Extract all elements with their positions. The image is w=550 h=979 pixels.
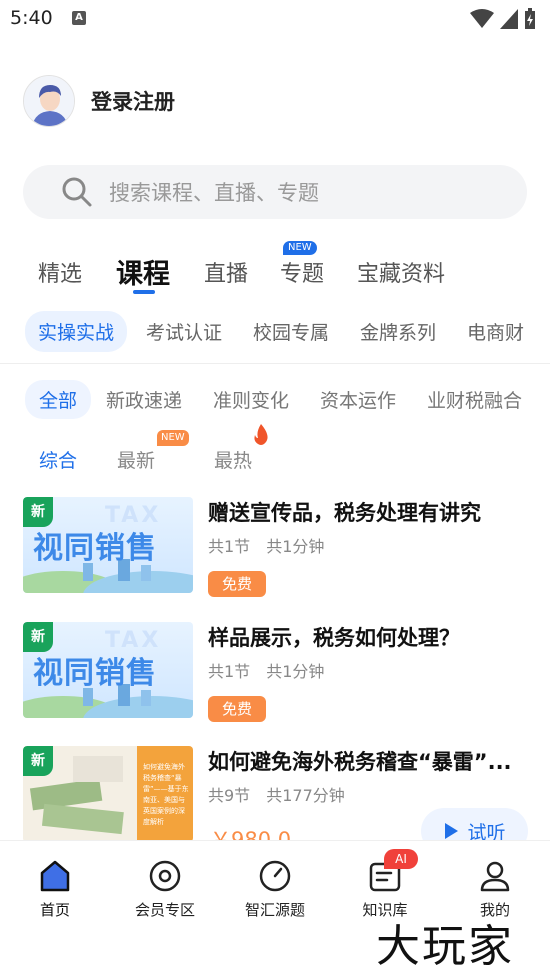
avatar[interactable] (23, 75, 75, 127)
filter-new-policy[interactable]: 新政速递 (106, 386, 182, 413)
tab-courses[interactable]: 课程 (116, 252, 170, 291)
nav-home[interactable]: 首页 (10, 859, 100, 920)
vip-target-icon (148, 859, 182, 893)
course-meta: 共9节 共177分钟 (208, 782, 345, 806)
nav-label: 首页 (39, 901, 70, 919)
filter-all[interactable]: 全部 (25, 380, 92, 419)
nav-questions[interactable]: 智汇源题 (230, 859, 320, 920)
search-input[interactable]: 搜索课程、直播、专题 (109, 177, 319, 207)
course-title[interactable]: 样品展示，税务如何处理？ (208, 622, 528, 652)
divider (0, 363, 550, 364)
category-ecommerce[interactable]: 电商财 (467, 318, 524, 345)
sort-new-badge: NEW (157, 430, 189, 446)
lesson-count: 共1节 (208, 662, 251, 681)
battery-icon (525, 8, 535, 29)
trial-label: 试听 (467, 821, 506, 842)
new-badge: NEW (283, 241, 317, 255)
free-tag: 免费 (208, 571, 267, 597)
signal-icon (500, 9, 518, 29)
tab-featured[interactable]: 精选 (38, 256, 82, 288)
nav-label: 会员专区 (134, 901, 195, 919)
course-thumbnail: TAX 视同销售 新 (23, 622, 193, 718)
category-campus[interactable]: 校园专属 (253, 318, 329, 345)
duration: 共1分钟 (266, 662, 325, 681)
thumb-side-text: 如何避免海外税务稽查“暴雷”——基于东南亚、美国与英国案例的深度解析 (137, 746, 193, 841)
profile-section[interactable]: 登录注册 (23, 75, 175, 127)
sort-overall[interactable]: 综合 (39, 446, 77, 473)
course-title[interactable]: 如何避免海外税务稽查“暴雷”... (208, 746, 528, 776)
category-tabs: 实操实战 考试认证 校园专属 金牌系列 电商财 (0, 308, 550, 352)
search-icon (61, 176, 93, 208)
status-time: 5:40 (10, 7, 53, 29)
course-price: ￥980.0 (210, 828, 292, 841)
lesson-count: 共9节 (208, 786, 251, 805)
course-title[interactable]: 赠送宣传品，税务处理有讲究 (208, 497, 528, 527)
thumb-title: 视同销售 (33, 531, 157, 566)
ai-badge: AI (384, 849, 418, 869)
wifi-icon (470, 9, 494, 28)
new-badge: 新 (23, 497, 53, 527)
avatar-person-icon (24, 76, 74, 126)
filter-integration[interactable]: 业财税融合 (427, 386, 522, 413)
course-card[interactable]: TAX 视同销售 新 赠送宣传品，税务处理有讲究 共1节 共1分钟 免费 (23, 497, 528, 607)
course-thumbnail: 如何避免海外税务稽查“暴雷”——基于东南亚、美国与英国案例的深度解析 新 (23, 746, 193, 841)
sort-latest[interactable]: 最新 (117, 446, 155, 473)
home-icon (38, 859, 72, 893)
free-tag: 免费 (208, 696, 267, 722)
compass-icon (258, 859, 292, 893)
filter-standards[interactable]: 准则变化 (213, 386, 289, 413)
lesson-count: 共1节 (208, 537, 251, 556)
category-exam[interactable]: 考试认证 (146, 318, 222, 345)
user-icon (478, 859, 512, 893)
main-tabs: 精选 课程 直播 NEW 专题 宝藏资料 (0, 238, 550, 298)
watermark-logo: 大玩家 (376, 921, 514, 972)
filter-capital[interactable]: 资本运作 (320, 386, 396, 413)
sort-options: 综合 NEW 最新 最热 (0, 424, 550, 476)
course-meta: 共1节 共1分钟 (208, 658, 324, 682)
category-gold[interactable]: 金牌系列 (360, 318, 436, 345)
play-icon (445, 823, 459, 839)
status-icons (470, 8, 536, 30)
notification-icon: A (72, 11, 86, 25)
tab-resources[interactable]: 宝藏资料 (357, 256, 445, 288)
status-bar: 5:40 A (0, 0, 550, 40)
filter-pills: 全部 新政速递 准则变化 资本运作 业财税融合 (0, 378, 550, 419)
new-badge: 新 (23, 622, 53, 652)
nav-vip[interactable]: 会员专区 (120, 859, 210, 920)
tab-live[interactable]: 直播 (204, 256, 248, 288)
thumb-title: 视同销售 (33, 656, 157, 691)
course-meta: 共1节 共1分钟 (208, 533, 324, 557)
active-tab-indicator (133, 290, 155, 294)
course-card[interactable]: TAX 视同销售 新 样品展示，税务如何处理？ 共1节 共1分钟 免费 (23, 622, 528, 732)
category-practical[interactable]: 实操实战 (25, 311, 128, 352)
sort-hottest[interactable]: 最热 (214, 446, 252, 473)
duration: 共177分钟 (266, 786, 345, 805)
login-register-link[interactable]: 登录注册 (91, 86, 175, 116)
search-bar[interactable]: 搜索课程、直播、专题 (23, 165, 527, 219)
fire-icon (252, 424, 270, 450)
course-thumbnail: TAX 视同销售 新 (23, 497, 193, 593)
trial-button[interactable]: 试听 (421, 808, 528, 841)
nav-label: 智汇源题 (244, 901, 305, 919)
duration: 共1分钟 (266, 537, 325, 556)
tab-topics[interactable]: 专题 (280, 256, 324, 288)
course-card[interactable]: 如何避免海外税务稽查“暴雷”——基于东南亚、美国与英国案例的深度解析 新 如何避… (23, 746, 528, 841)
new-badge: 新 (23, 746, 53, 776)
